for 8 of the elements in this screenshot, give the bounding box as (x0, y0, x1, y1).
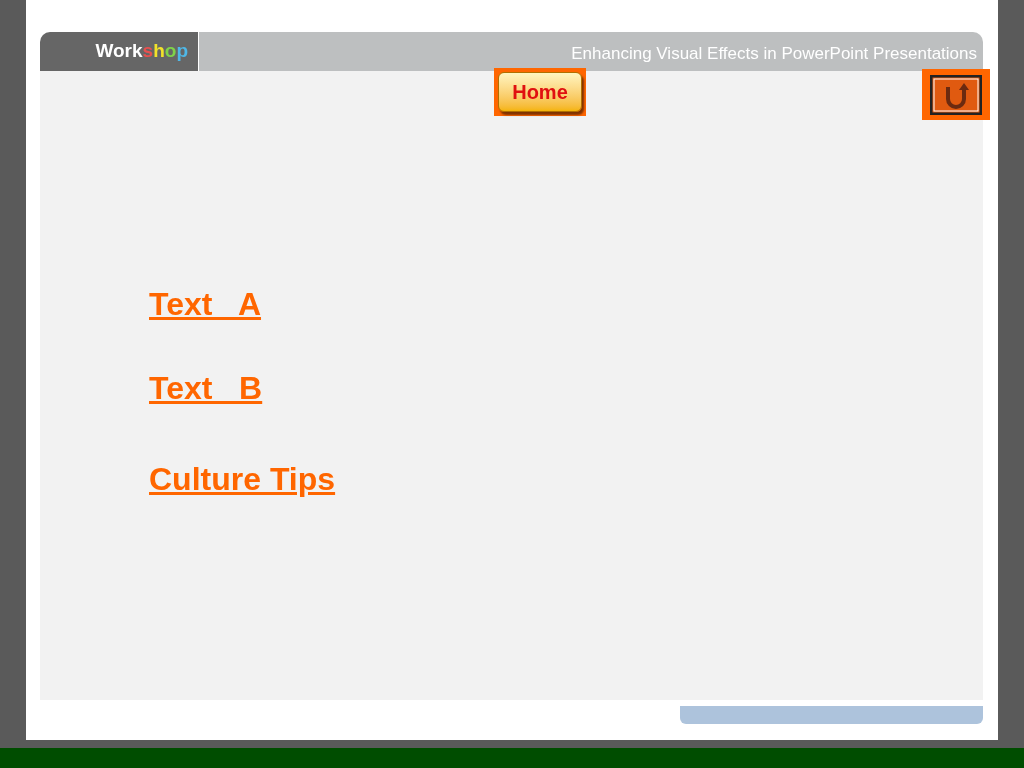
return-button[interactable] (922, 69, 990, 120)
slide-link[interactable]: Culture Tips (149, 458, 336, 500)
slide-link[interactable]: Text B (149, 367, 263, 409)
slide-link[interactable]: Text A (149, 283, 261, 325)
slide-title: Enhancing Visual Effects in PowerPoint Presentations (571, 42, 977, 65)
home-button[interactable]: Home (498, 72, 582, 112)
workshop-logo: Workshop (95, 39, 188, 64)
u-turn-arrow-icon (930, 74, 982, 115)
